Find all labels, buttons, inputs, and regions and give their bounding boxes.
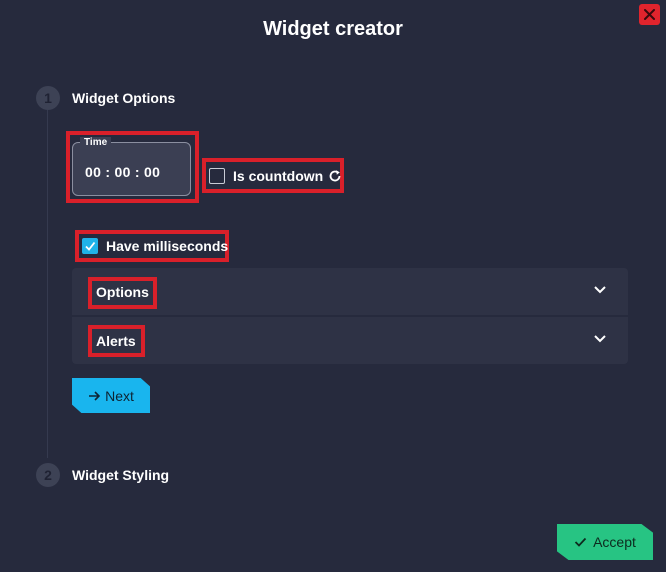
next-button[interactable]: Next <box>72 378 150 413</box>
close-button[interactable] <box>639 4 660 25</box>
arrow-right-icon <box>89 390 101 401</box>
dialog-title: Widget creator <box>263 18 403 40</box>
highlight-box <box>88 277 157 309</box>
is-countdown-label: Is countdown <box>233 168 324 184</box>
step-label-widget-styling[interactable]: Widget Styling <box>72 467 169 483</box>
accept-button[interactable]: Accept <box>557 524 653 560</box>
refresh-icon <box>329 170 341 182</box>
chevron-down-icon <box>594 335 606 343</box>
check-icon <box>574 537 587 547</box>
is-countdown-checkbox[interactable] <box>209 168 225 184</box>
step-number-1: 1 <box>36 86 60 110</box>
stepper-line <box>47 110 48 458</box>
time-field[interactable]: Time 00 : 00 : 00 <box>72 137 191 196</box>
have-milliseconds-label: Have milliseconds <box>106 238 229 254</box>
have-milliseconds-checkbox-row[interactable]: Have milliseconds <box>82 238 228 254</box>
close-icon <box>644 9 655 20</box>
accordion-alerts[interactable]: Alerts <box>72 317 628 364</box>
next-button-label: Next <box>105 387 134 404</box>
accept-button-label: Accept <box>593 534 636 550</box>
have-milliseconds-checkbox[interactable] <box>82 238 98 254</box>
time-field-label: Time <box>80 137 112 148</box>
step-label-widget-options[interactable]: Widget Options <box>72 90 175 106</box>
step-number-2: 2 <box>36 463 60 487</box>
check-icon <box>85 241 96 251</box>
chevron-down-icon <box>594 286 606 294</box>
is-countdown-checkbox-row[interactable]: Is countdown <box>209 168 342 184</box>
highlight-box <box>88 325 145 357</box>
time-value[interactable]: 00 : 00 : 00 <box>85 164 160 180</box>
